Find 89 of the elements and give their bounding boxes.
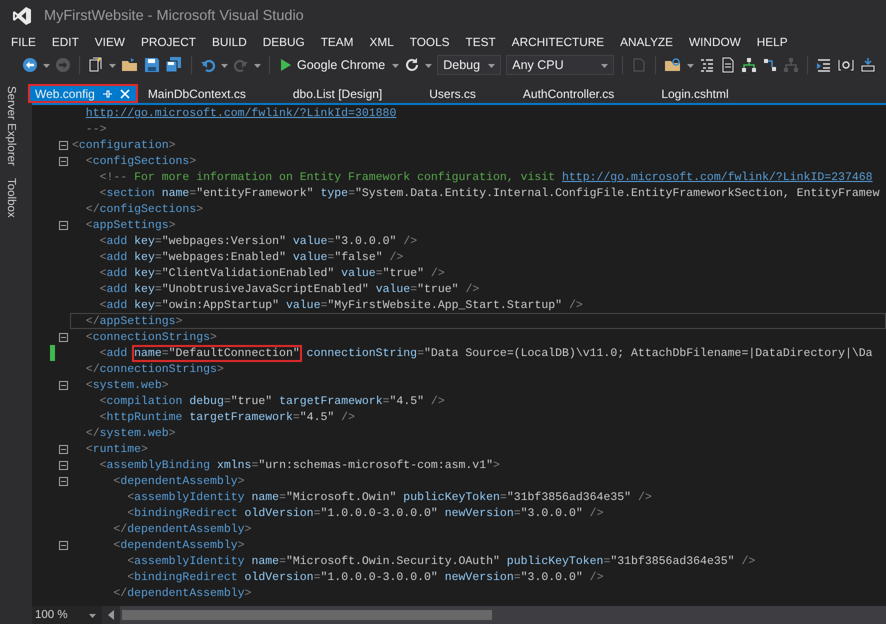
- side-tab[interactable]: Toolbox: [5, 178, 17, 218]
- undo-icon[interactable]: [200, 57, 216, 73]
- new-project-icon[interactable]: [88, 57, 104, 73]
- menu-item[interactable]: BUILD: [204, 33, 255, 51]
- menu-item[interactable]: TEST: [458, 33, 504, 51]
- code-line: <!-- For more information on Entity Framework configuration, visit http://go.microsoft.com/fwlink/?LinkID=237468: [98, 170, 874, 185]
- side-tab[interactable]: Server Explorer: [5, 86, 17, 166]
- code-line: <configuration>: [71, 138, 177, 153]
- at-icon[interactable]: [837, 57, 856, 73]
- find-in-files-icon[interactable]: [664, 57, 682, 73]
- document-tab[interactable]: Login.cshtml: [656, 84, 771, 103]
- play-icon: [280, 58, 292, 72]
- menu-item[interactable]: TEAM: [312, 33, 362, 51]
- save-icon[interactable]: [144, 57, 160, 73]
- code-line: <dependentAssembly>: [112, 538, 246, 553]
- code-line: <add key="webpages:Version" value="3.0.0.0" />: [98, 234, 418, 249]
- collapse-icon[interactable]: [59, 476, 68, 486]
- document-tab[interactable]: MainDbContext.cs: [142, 84, 288, 103]
- menu-item[interactable]: XML: [362, 33, 402, 51]
- code-line: <add key="webpages:Enabled" value="false" />: [98, 250, 404, 265]
- refresh-icon[interactable]: [404, 57, 420, 73]
- hierarchy-icon[interactable]: [741, 57, 758, 73]
- menu-item[interactable]: EDIT: [44, 33, 87, 51]
- menu-item[interactable]: ARCHITECTURE: [504, 33, 612, 51]
- menu-item[interactable]: HELP: [748, 33, 796, 51]
- scroll-left-icon[interactable]: [106, 607, 116, 623]
- menu-item[interactable]: PROJECT: [132, 33, 204, 51]
- link[interactable]: http://go.microsoft.com/fwlink/?LinkID=237468: [562, 171, 873, 184]
- platform-dropdown[interactable]: Any CPU: [506, 55, 614, 75]
- collapse-icon[interactable]: [59, 540, 68, 550]
- code-line: <dependentAssembly>: [112, 474, 246, 489]
- code-line: <assemblyIdentity name="Microsoft.Owin.Security.OAuth" publicKeyToken="31bf3856ad364e35" />: [126, 554, 756, 569]
- document-tab[interactable]: Users.cs: [424, 84, 518, 103]
- highlighted-attribute: name="DefaultConnection": [132, 345, 302, 362]
- menu-item[interactable]: VIEW: [86, 33, 133, 51]
- code-line: <bindingRedirect oldVersion="1.0.0.0-3.0.0.0" newVersion="3.0.0.0" />: [126, 570, 604, 585]
- link[interactable]: http://go.microsoft.com/fwlink/?LinkId=301880: [86, 107, 396, 120]
- collapse-icon[interactable]: [59, 444, 68, 454]
- indent-icon[interactable]: [816, 57, 832, 73]
- folder-icon[interactable]: [121, 57, 139, 73]
- scrollbar-thumb[interactable]: [122, 610, 492, 620]
- menu-item[interactable]: WINDOW: [681, 33, 749, 51]
- code-line: <add key="UnobtrusiveJavaScriptEnabled" value="true" />: [98, 282, 480, 297]
- code-line: <httpRuntime targetFramework="4.5" />: [98, 410, 356, 425]
- menu-item[interactable]: ANALYZE: [612, 33, 682, 51]
- document-tab[interactable]: dbo.List [Design]: [288, 84, 424, 103]
- back-icon[interactable]: [22, 57, 38, 73]
- run-button[interactable]: Google Chrome: [278, 58, 388, 72]
- menu-item[interactable]: FILE: [3, 33, 44, 51]
- code-line: <add key="ClientValidationEnabled" value="true" />: [98, 266, 446, 281]
- code-line: <add name="DefaultConnection" connectionString="Data Source=(LocalDB)\v11.0; AttachDbFilename=|DataDirectory|\Da: [98, 345, 874, 361]
- close-icon[interactable]: [118, 88, 131, 100]
- code-line: <runtime>: [84, 442, 149, 457]
- page-icon[interactable]: [720, 57, 736, 73]
- code-line: <system.web>: [84, 378, 170, 393]
- code-line: <bindingRedirect oldVersion="1.0.0.0-3.0.0.0" newVersion="3.0.0.0" />: [126, 506, 604, 521]
- code-line: <section name="entityFramework" type="System.Data.Entity.Internal.ConfigFile.EntityFrameworkSection, EntityFramew: [98, 186, 880, 201]
- code-line: <appSettings>: [84, 218, 177, 233]
- code-line: <add key="owin:AppStartup" value="MyFirstWebsite.App_Start.Startup" />: [98, 298, 584, 313]
- code-line: <configSections>: [84, 154, 198, 169]
- document-tab[interactable]: Web.config: [28, 84, 138, 103]
- code-line: </dependentAssembly>: [112, 586, 252, 601]
- collapse-icon[interactable]: [59, 380, 68, 390]
- app-logo-icon: [12, 6, 32, 26]
- zoom-dropdown[interactable]: 100 %: [32, 606, 102, 624]
- collapse-icon[interactable]: [59, 220, 68, 230]
- collapse-icon[interactable]: [59, 460, 68, 470]
- window-title: MyFirstWebsite - Microsoft Visual Studio: [44, 8, 304, 24]
- menu-item[interactable]: DEBUG: [254, 33, 313, 51]
- code-line: <connectionStrings>: [84, 330, 218, 345]
- menu-item[interactable]: TOOLS: [402, 33, 458, 51]
- save-all-icon[interactable]: [165, 57, 183, 73]
- pin-icon[interactable]: [100, 88, 113, 100]
- code-line: </configSections>: [84, 202, 204, 217]
- code-line: </system.web>: [84, 426, 177, 441]
- collapse-icon[interactable]: [59, 332, 68, 342]
- tray-icon[interactable]: [860, 57, 876, 73]
- code-line: </connectionStrings>: [84, 362, 225, 377]
- configuration-dropdown[interactable]: Debug: [437, 55, 502, 75]
- code-line: <assemblyIdentity name="Microsoft.Owin" publicKeyToken="31bf3856ad364e35" />: [126, 490, 653, 505]
- branch-icon[interactable]: [762, 57, 778, 73]
- code-line: <assemblyBinding xmlns="urn:schemas-microsoft-com:asm.v1">: [98, 458, 501, 473]
- document-tab[interactable]: AuthController.cs: [518, 84, 656, 103]
- code-line: -->: [84, 122, 108, 137]
- code-line: <compilation debug="true" targetFramework="4.5" />: [98, 394, 446, 409]
- code-line: </dependentAssembly>: [112, 522, 252, 537]
- list-icon[interactable]: [699, 57, 716, 73]
- collapse-icon[interactable]: [59, 140, 68, 150]
- collapse-icon[interactable]: [59, 156, 68, 166]
